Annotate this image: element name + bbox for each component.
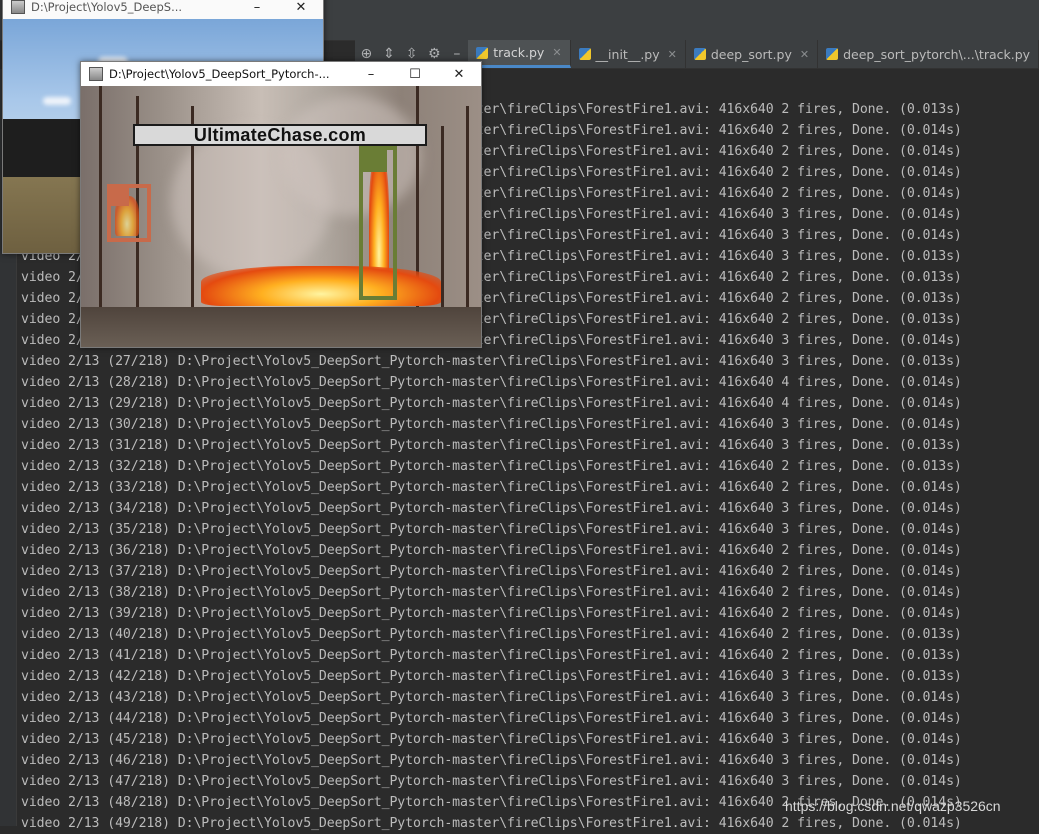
detection-label	[363, 150, 387, 172]
video-watermark-banner: UltimateChase.com	[133, 124, 427, 146]
python-file-icon	[826, 48, 839, 60]
console-line: video 2/13 (36/218) D:\Project\Yolov5_De…	[21, 543, 962, 558]
tree-trunk	[99, 86, 102, 316]
tab-label: track.py	[493, 45, 545, 60]
minimize-button[interactable]: –	[349, 67, 393, 82]
console-line: video 2/13 (29/218) D:\Project\Yolov5_De…	[21, 396, 962, 411]
video-window-front[interactable]: D:\Project\Yolov5_DeepSort_Pytorch-... –…	[80, 61, 482, 348]
console-line: video 2/13 (38/218) D:\Project\Yolov5_De…	[21, 585, 962, 600]
console-line: video 2/13 (33/218) D:\Project\Yolov5_De…	[21, 480, 962, 495]
tree-trunk	[466, 106, 469, 316]
tab-label: deep_sort_pytorch\...\track.py	[843, 46, 1031, 62]
cloud	[43, 97, 71, 105]
window-title: D:\Project\Yolov5_DeepS...	[31, 0, 183, 14]
console-line: video 2/13 (40/218) D:\Project\Yolov5_De…	[21, 627, 962, 642]
console-line: video 2/13 (49/218) D:\Project\Yolov5_De…	[21, 816, 962, 831]
console-line: video 2/13 (43/218) D:\Project\Yolov5_De…	[21, 690, 962, 705]
tab-label: __init__.py	[595, 46, 660, 62]
detection-box	[359, 146, 397, 300]
python-file-icon	[578, 48, 591, 60]
console-line: video 2/13 (44/218) D:\Project\Yolov5_De…	[21, 711, 962, 726]
window-titlebar[interactable]: D:\Project\Yolov5_DeepS... – ✕	[3, 0, 323, 19]
close-icon[interactable]: ✕	[552, 46, 561, 59]
console-line: video 2/13 (34/218) D:\Project\Yolov5_De…	[21, 501, 962, 516]
console-line: video 2/13 (30/218) D:\Project\Yolov5_De…	[21, 417, 962, 432]
close-button[interactable]: ✕	[279, 0, 323, 15]
tab-track-py[interactable]: track.py ✕	[468, 40, 571, 68]
detection-box	[107, 184, 151, 242]
app-icon	[11, 0, 25, 14]
window-title: D:\Project\Yolov5_DeepSort_Pytorch-...	[109, 67, 330, 81]
smoke	[281, 96, 421, 216]
console-line: video 2/13 (47/218) D:\Project\Yolov5_De…	[21, 774, 962, 789]
window-titlebar[interactable]: D:\Project\Yolov5_DeepSort_Pytorch-... –…	[81, 62, 481, 86]
ground	[81, 307, 481, 347]
console-line: video 2/13 (42/218) D:\Project\Yolov5_De…	[21, 669, 962, 684]
building-silhouette	[3, 119, 83, 177]
python-file-icon	[693, 48, 706, 60]
flame	[201, 266, 441, 306]
detection-label	[111, 188, 129, 206]
console-line: video 2/13 (28/218) D:\Project\Yolov5_De…	[21, 375, 962, 390]
blog-watermark: https://blog.csdn.net/qwazp3526cn	[785, 798, 1001, 814]
tab-deep-sort-py[interactable]: deep_sort.py ✕	[686, 40, 819, 68]
console-line: video 2/13 (27/218) D:\Project\Yolov5_De…	[21, 354, 962, 369]
close-button[interactable]: ✕	[437, 67, 481, 82]
console-line: video 2/13 (32/218) D:\Project\Yolov5_De…	[21, 459, 962, 474]
console-line: video 2/13 (45/218) D:\Project\Yolov5_De…	[21, 732, 962, 747]
console-line: video 2/13 (39/218) D:\Project\Yolov5_De…	[21, 606, 962, 621]
console-line: video 2/13 (37/218) D:\Project\Yolov5_De…	[21, 564, 962, 579]
python-file-icon	[476, 46, 489, 59]
console-line: video 2/13 (35/218) D:\Project\Yolov5_De…	[21, 522, 962, 537]
app-icon	[89, 67, 103, 81]
console-line: video 2/13 (31/218) D:\Project\Yolov5_De…	[21, 438, 962, 453]
console-line: video 2/13 (46/218) D:\Project\Yolov5_De…	[21, 753, 962, 768]
close-icon[interactable]: ✕	[800, 48, 809, 61]
console-line: video 2/13 (41/218) D:\Project\Yolov5_De…	[21, 648, 962, 663]
tree-trunk	[441, 126, 444, 316]
maximize-button[interactable]: ☐	[393, 67, 437, 82]
video-frame-forest-fire: UltimateChase.com	[81, 86, 481, 347]
close-icon[interactable]: ✕	[668, 48, 677, 61]
tab-label: deep_sort.py	[710, 46, 792, 62]
minimize-button[interactable]: –	[235, 0, 279, 15]
tab-deep-sort-pytorch-track-py[interactable]: deep_sort_pytorch\...\track.py	[818, 40, 1039, 68]
tab-init-py[interactable]: __init__.py ✕	[571, 40, 686, 68]
